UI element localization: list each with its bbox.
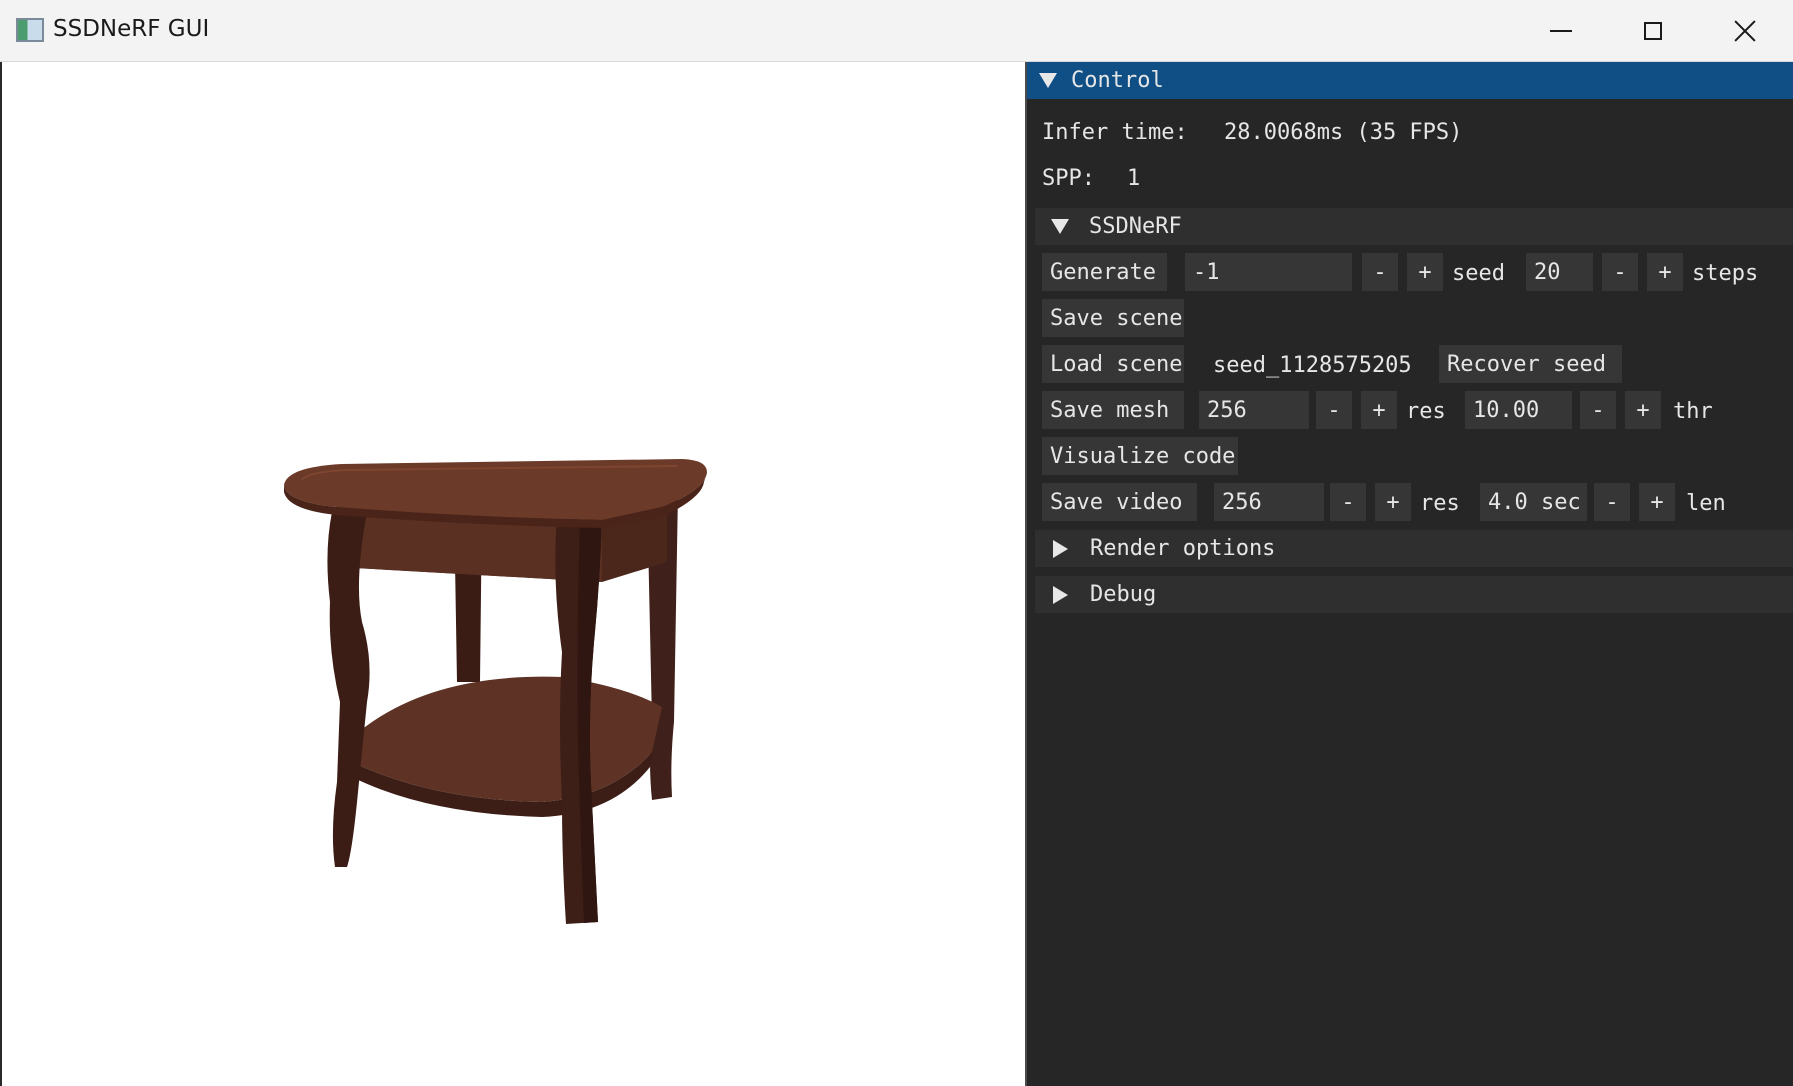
steps-increment-button[interactable]: + — [1647, 253, 1683, 291]
expand-arrow-icon — [1053, 539, 1068, 558]
render-options-section-header[interactable]: Render options — [1035, 530, 1793, 567]
seed-input[interactable]: -1 — [1185, 253, 1352, 291]
seed-increment-button[interactable]: + — [1407, 253, 1443, 291]
seed-decrement-button[interactable]: - — [1362, 253, 1398, 291]
steps-label: steps — [1692, 261, 1759, 286]
video-length-decrement-button[interactable]: - — [1594, 483, 1630, 521]
mesh-res-input[interactable]: 256 — [1199, 391, 1309, 429]
threshold-increment-button[interactable]: + — [1625, 391, 1661, 429]
infer-time-value: 28.0068ms (35 FPS) — [1224, 120, 1463, 145]
collapse-arrow-icon — [1039, 73, 1057, 88]
mesh-res-increment-button[interactable]: + — [1361, 391, 1397, 429]
side-table-render — [284, 459, 707, 924]
video-res-decrement-button[interactable]: - — [1330, 483, 1366, 521]
threshold-label: thr — [1673, 399, 1713, 424]
expand-arrow-icon — [1053, 585, 1068, 604]
mesh-res-decrement-button[interactable]: - — [1316, 391, 1352, 429]
threshold-input[interactable]: 10.00 — [1465, 391, 1572, 429]
control-title: Control — [1071, 68, 1164, 93]
generate-button[interactable]: Generate — [1042, 253, 1167, 291]
spp-label: SPP: — [1042, 166, 1095, 191]
save-scene-button[interactable]: Save scene — [1042, 299, 1184, 337]
control-header[interactable]: Control — [1027, 62, 1793, 99]
infer-time-label: Infer time: — [1042, 120, 1188, 145]
debug-section-header[interactable]: Debug — [1035, 576, 1793, 613]
mesh-res-label: res — [1406, 399, 1446, 424]
window-title: SSDNeRF GUI — [53, 16, 210, 42]
ssdnerf-section-header[interactable]: SSDNeRF — [1035, 208, 1793, 245]
close-button[interactable] — [1699, 0, 1791, 62]
title-bar[interactable]: SSDNeRF GUI — [0, 0, 1793, 62]
spp-value: 1 — [1127, 166, 1141, 191]
threshold-decrement-button[interactable]: - — [1580, 391, 1616, 429]
minimize-button[interactable] — [1515, 0, 1607, 62]
recover-seed-button[interactable]: Recover seed — [1439, 345, 1622, 383]
render-options-title: Render options — [1090, 536, 1276, 561]
video-res-label: res — [1420, 491, 1460, 516]
maximize-button[interactable] — [1607, 0, 1699, 62]
visualize-code-button[interactable]: Visualize code — [1042, 437, 1238, 475]
debug-title: Debug — [1090, 582, 1157, 607]
collapse-arrow-icon — [1051, 219, 1069, 234]
render-viewport[interactable] — [0, 62, 1025, 1086]
control-panel: Control Infer time: 28.0068ms (35 FPS) S… — [1025, 62, 1793, 1086]
scene-name: seed_1128575205 — [1213, 353, 1412, 378]
video-length-increment-button[interactable]: + — [1639, 483, 1675, 521]
minimize-icon — [1550, 30, 1572, 32]
seed-label: seed — [1452, 261, 1505, 286]
save-mesh-button[interactable]: Save mesh — [1042, 391, 1184, 429]
ssdnerf-title: SSDNeRF — [1089, 214, 1182, 239]
steps-decrement-button[interactable]: - — [1602, 253, 1638, 291]
video-res-input[interactable]: 256 — [1214, 483, 1324, 521]
maximize-icon — [1644, 22, 1662, 40]
save-video-button[interactable]: Save video — [1042, 483, 1197, 521]
steps-input[interactable]: 20 — [1526, 253, 1593, 291]
app-icon — [16, 18, 44, 42]
load-scene-button[interactable]: Load scene — [1042, 345, 1184, 383]
close-icon — [1733, 19, 1757, 43]
video-length-label: len — [1686, 491, 1726, 516]
video-length-input[interactable]: 4.0 sec — [1480, 483, 1587, 521]
video-res-increment-button[interactable]: + — [1375, 483, 1411, 521]
